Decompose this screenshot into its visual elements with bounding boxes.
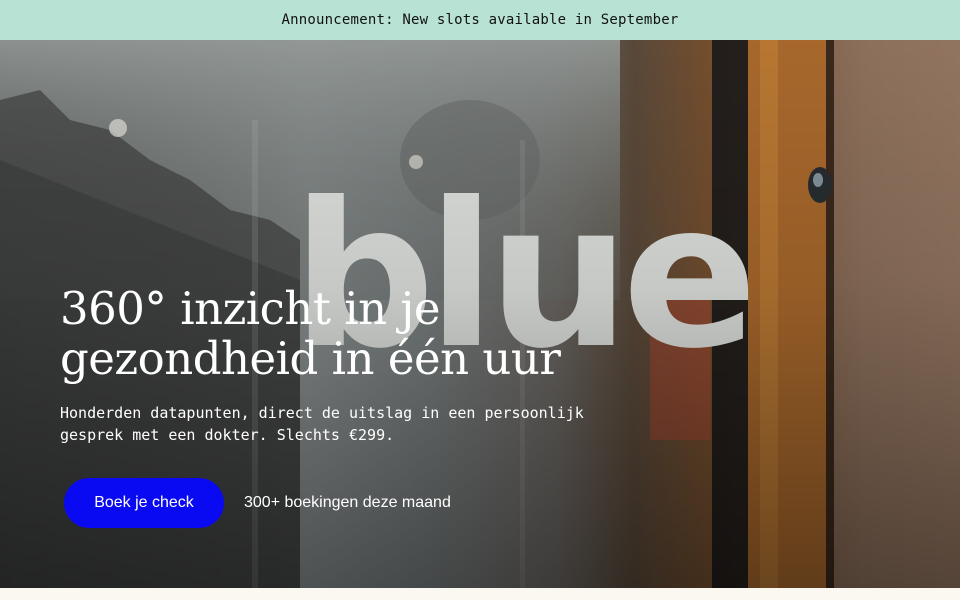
announcement-bar: Announcement: New slots available in Sep… <box>0 0 960 40</box>
bookings-count-note: 300+ boekingen deze maand <box>244 494 451 511</box>
book-check-button[interactable]: Boek je check <box>64 478 224 528</box>
hero-subtitle-line-2: gesprek met een dokter. Slechts €299. <box>60 426 395 444</box>
page-bottom-strip <box>0 588 960 600</box>
announcement-text: Announcement: New slots available in Sep… <box>281 12 679 28</box>
hero-subtitle-line-1: Honderden datapunten, direct de uitslag … <box>60 404 584 422</box>
hero-title-line-2: gezondheid in één uur <box>60 332 561 385</box>
hero-copy: 360° inzicht in je gezondheid in één uur… <box>60 284 680 446</box>
hero-section: blue 360° inzicht in je gezondheid in éé… <box>0 40 960 588</box>
hero-title: 360° inzicht in je gezondheid in één uur <box>60 284 680 384</box>
hero-subtitle: Honderden datapunten, direct de uitslag … <box>60 402 600 446</box>
hero-title-line-1: 360° inzicht in je <box>60 282 441 335</box>
cta-row: Boek je check 300+ boekingen deze maand <box>64 478 451 528</box>
